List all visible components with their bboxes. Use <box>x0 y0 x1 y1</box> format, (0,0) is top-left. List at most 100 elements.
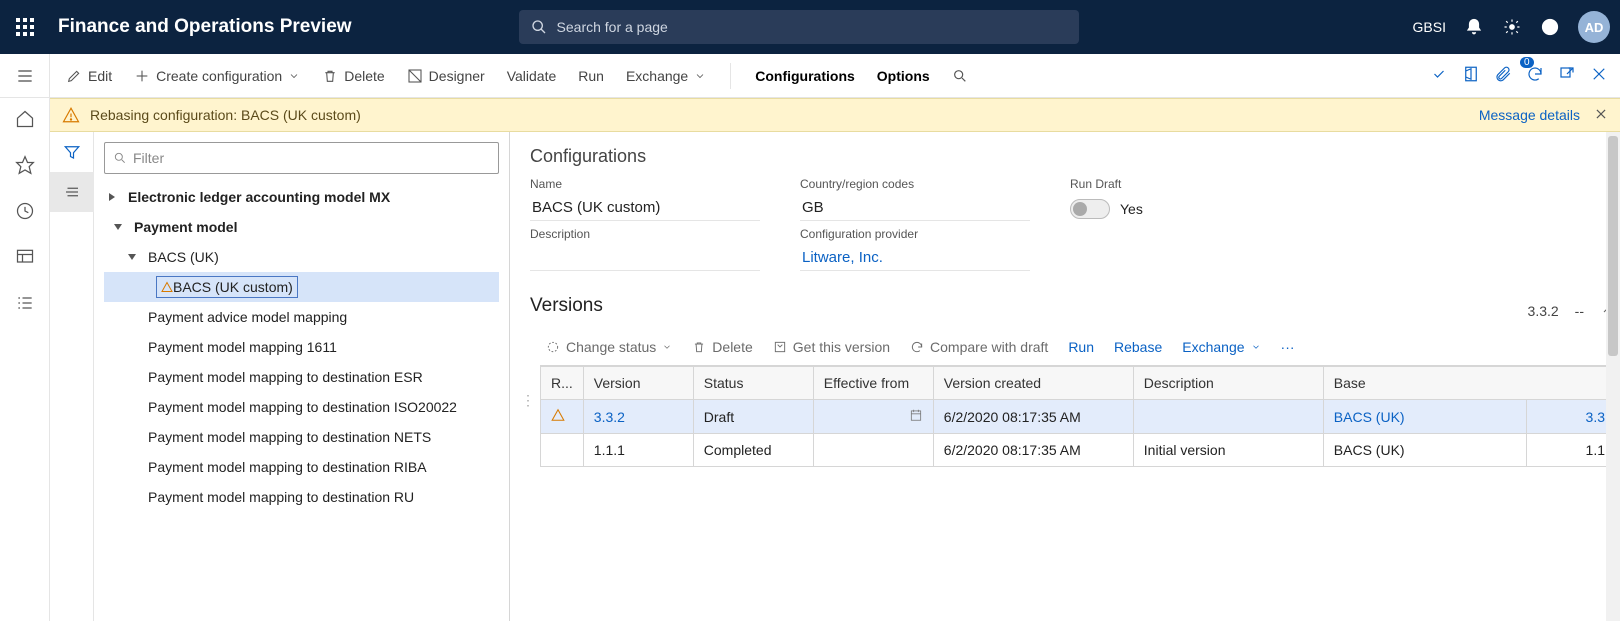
col-status[interactable]: Status <box>693 367 813 400</box>
tree-item[interactable]: Payment model mapping to destination ESR <box>104 362 499 392</box>
rebase-button[interactable]: Rebase <box>1114 339 1162 355</box>
tree-item[interactable]: Payment model mapping 1611 <box>104 332 499 362</box>
tree-item[interactable]: Payment model mapping to destination RU <box>104 482 499 512</box>
filter-pane-icon[interactable] <box>50 132 94 172</box>
calendar-icon[interactable] <box>909 408 923 422</box>
notifications-icon[interactable] <box>1464 17 1484 37</box>
get-version-button[interactable]: Get this version <box>773 339 890 355</box>
tree-item[interactable]: Payment advice model mapping <box>104 302 499 332</box>
versions-title: Versions <box>530 295 1528 317</box>
rundraft-toggle[interactable] <box>1070 199 1110 219</box>
attachments-button[interactable]: 0 <box>1494 65 1512 86</box>
name-label: Name <box>530 177 760 191</box>
version-row[interactable]: 1.1.1 Completed 6/2/2020 08:17:35 AM Ini… <box>541 434 1616 467</box>
tree-item[interactable]: Payment model <box>104 212 499 242</box>
details-panel: Configurations Name BACS (UK custom) Cou… <box>510 132 1620 621</box>
versions-current-tag: 3.3.2 <box>1528 303 1559 319</box>
tree-item[interactable]: BACS (UK) <box>104 242 499 272</box>
chevron-down-icon <box>662 342 672 352</box>
collapse-icon <box>113 222 123 232</box>
col-effective[interactable]: Effective from <box>813 367 933 400</box>
provider-link[interactable]: Litware, Inc. <box>800 245 1030 271</box>
close-workspace-icon[interactable] <box>1590 65 1608 86</box>
version-run-button[interactable]: Run <box>1068 339 1094 355</box>
warning-close-icon[interactable] <box>1594 107 1608 124</box>
warning-text: Rebasing configuration: BACS (UK custom) <box>90 107 361 123</box>
app-launcher-icon[interactable] <box>10 12 40 42</box>
settings-icon[interactable] <box>1502 17 1522 37</box>
message-details-link[interactable]: Message details <box>1479 107 1580 123</box>
user-avatar[interactable]: AD <box>1578 11 1610 43</box>
description-value[interactable] <box>530 245 760 271</box>
grid-gripper-icon[interactable]: ⋮⋮ <box>530 333 540 467</box>
recent-icon[interactable] <box>12 198 38 224</box>
popout-icon[interactable] <box>1558 65 1576 86</box>
search-placeholder: Search for a page <box>557 19 668 35</box>
more-actions-icon[interactable]: ··· <box>1281 339 1295 355</box>
col-description[interactable]: Description <box>1133 367 1323 400</box>
validate-button[interactable]: Validate <box>507 68 557 84</box>
designer-button[interactable]: Designer <box>407 68 485 84</box>
warning-bar: Rebasing configuration: BACS (UK custom)… <box>50 98 1620 132</box>
home-icon[interactable] <box>12 106 38 132</box>
tree-item[interactable]: Payment model mapping to destination NET… <box>104 422 499 452</box>
edit-button[interactable]: Edit <box>66 68 112 84</box>
compare-button[interactable]: Compare with draft <box>910 339 1048 355</box>
warning-icon <box>161 281 173 293</box>
command-bar: Edit Create configuration Delete Designe… <box>0 54 1620 98</box>
version-delete-button[interactable]: Delete <box>692 339 752 355</box>
chevron-down-icon <box>288 70 300 82</box>
change-status-button[interactable]: Change status <box>546 339 672 355</box>
tree-item[interactable]: Payment model mapping to destination RIB… <box>104 452 499 482</box>
col-r[interactable]: R... <box>541 367 584 400</box>
nav-rail <box>0 98 50 621</box>
exchange-button[interactable]: Exchange <box>626 68 706 84</box>
versions-grid: R... Version Status Effective from Versi… <box>540 366 1616 467</box>
configurations-tab[interactable]: Configurations <box>755 68 855 84</box>
tree-item[interactable]: Payment model mapping to destination ISO… <box>104 392 499 422</box>
nav-toggle-icon[interactable] <box>0 54 50 97</box>
provider-label: Configuration provider <box>800 227 1030 241</box>
tree-filter-input[interactable]: Filter <box>104 142 499 174</box>
tree-item-selected[interactable]: BACS (UK custom) <box>104 272 499 302</box>
col-version[interactable]: Version <box>583 367 693 400</box>
tree-panel: Filter Electronic ledger accounting mode… <box>50 132 510 621</box>
warning-icon <box>62 106 80 124</box>
create-configuration-button[interactable]: Create configuration <box>134 68 300 84</box>
chevron-down-icon <box>1251 342 1261 352</box>
description-label: Description <box>530 227 760 241</box>
rundraft-label: Run Draft <box>1070 177 1143 191</box>
versions-dashes: -- <box>1575 303 1584 319</box>
action-search-icon[interactable] <box>952 68 968 84</box>
country-label: Country/region codes <box>800 177 1030 191</box>
help-icon[interactable] <box>1540 17 1560 37</box>
section-title: Configurations <box>530 146 1616 167</box>
workspaces-icon[interactable] <box>12 244 38 270</box>
run-button[interactable]: Run <box>578 68 604 84</box>
office-add-in-icon[interactable] <box>1462 65 1480 86</box>
attachments-count: 0 <box>1520 57 1534 68</box>
version-exchange-button[interactable]: Exchange <box>1182 339 1260 355</box>
company-picker[interactable]: GBSI <box>1413 19 1446 35</box>
app-title: Finance and Operations Preview <box>58 16 352 38</box>
list-pane-icon[interactable] <box>50 172 94 212</box>
collapse-icon <box>127 252 137 262</box>
warning-icon <box>551 408 565 422</box>
favorites-icon[interactable] <box>12 152 38 178</box>
col-created[interactable]: Version created <box>933 367 1133 400</box>
versions-toolbar: Change status Delete Get this version Co… <box>540 333 1616 366</box>
record-link-icon[interactable] <box>1430 65 1448 86</box>
top-nav: Finance and Operations Preview Search fo… <box>0 0 1620 54</box>
global-search-input[interactable]: Search for a page <box>519 10 1079 44</box>
options-tab[interactable]: Options <box>877 68 930 84</box>
delete-button[interactable]: Delete <box>322 68 384 84</box>
expand-icon <box>107 192 117 202</box>
col-base[interactable]: Base <box>1323 367 1615 400</box>
tree-item[interactable]: Electronic ledger accounting model MX <box>104 182 499 212</box>
version-row[interactable]: 3.3.2 Draft 6/2/2020 08:17:35 AM BACS (U… <box>541 400 1616 434</box>
modules-icon[interactable] <box>12 290 38 316</box>
country-value[interactable]: GB <box>800 195 1030 221</box>
name-value[interactable]: BACS (UK custom) <box>530 195 760 221</box>
refresh-icon[interactable] <box>1526 65 1544 86</box>
scrollbar[interactable] <box>1606 132 1620 621</box>
